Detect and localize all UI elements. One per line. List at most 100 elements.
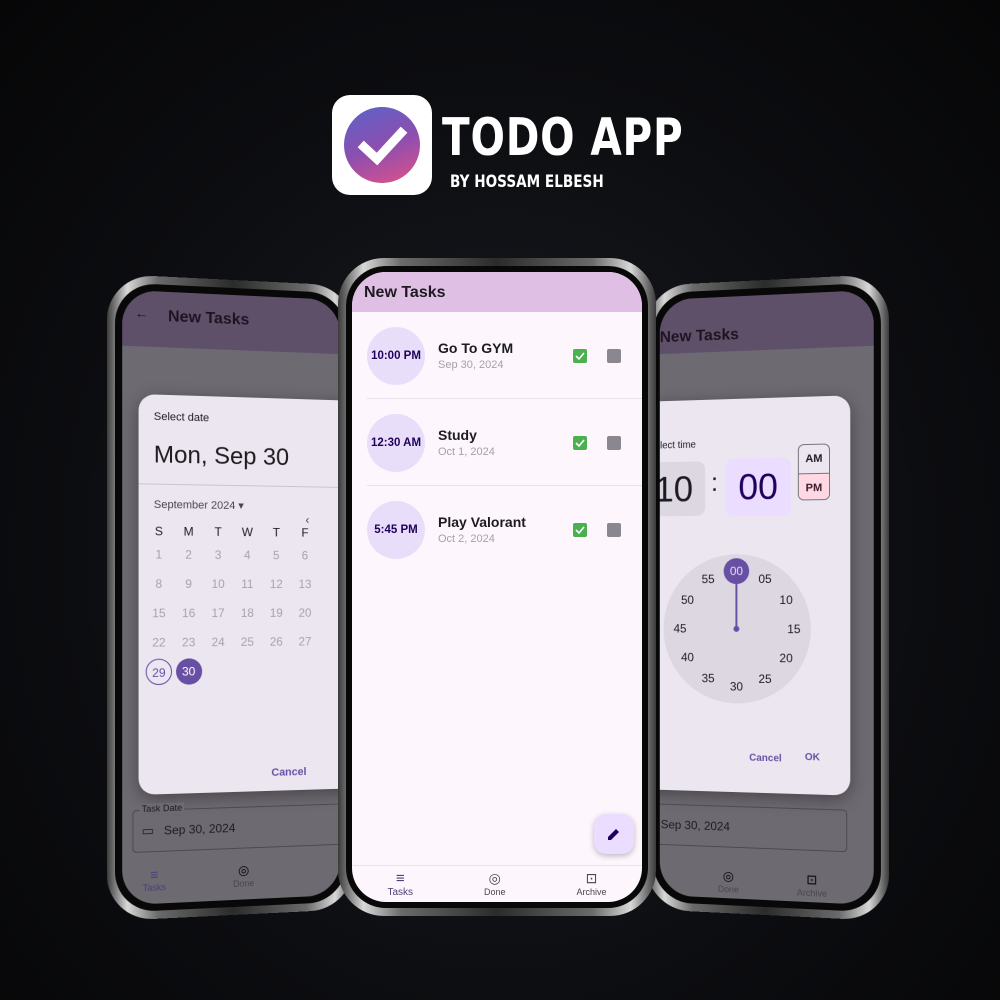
center-phone: New Tasks 10:00 PM Go To GYM Sep 30, 2024… <box>338 258 656 916</box>
day-cell[interactable]: 25 <box>234 629 260 655</box>
cancel-button[interactable]: Cancel <box>749 753 781 765</box>
day-cell[interactable]: 1 <box>146 541 172 567</box>
day-cell[interactable]: 20 <box>292 600 317 626</box>
dial-number[interactable]: 45 <box>668 622 691 636</box>
archive-icon[interactable] <box>607 349 621 363</box>
dial-number[interactable]: 50 <box>676 593 699 607</box>
nav-done[interactable]: ◎ Done <box>718 868 739 895</box>
task-date-field[interactable]: Task Date ▭ Sep 30, 2024 <box>132 802 341 853</box>
brand-subtitle: BY HOSSAM ELBESH <box>450 172 604 192</box>
task-row[interactable]: 10:00 PM Go To GYM Sep 30, 2024 <box>352 312 642 399</box>
week-row: 8 9 10 11 12 13 <box>146 571 318 597</box>
day-cell[interactable]: 19 <box>264 600 289 626</box>
date-picker-label: Select date <box>153 410 210 425</box>
dial-number[interactable]: 55 <box>696 572 719 586</box>
nav-label: Archive <box>576 887 607 897</box>
task-date-field[interactable]: Sep 30, 2024 <box>659 803 848 853</box>
task-time: 10:00 PM <box>367 327 425 385</box>
field-label: Task Date <box>139 802 185 815</box>
menu-icon: ≡ <box>150 866 159 883</box>
nav-archive[interactable]: ⊡ Archive <box>577 870 607 898</box>
pm-button[interactable]: PM <box>798 472 830 501</box>
task-row[interactable]: 12:30 AM Study Oct 1, 2024 <box>352 399 642 486</box>
nav-archive[interactable]: ⊡ Archive <box>797 871 827 899</box>
nav-done[interactable]: ◎ Done <box>484 870 506 898</box>
minute-input[interactable]: 00 <box>725 457 791 517</box>
app-bar: ← New Tasks <box>122 289 341 355</box>
day-cell[interactable]: 11 <box>234 571 260 597</box>
archive-icon[interactable] <box>607 436 621 450</box>
dial-number[interactable]: 35 <box>696 671 719 685</box>
week-row: 15 16 17 18 19 20 <box>146 600 318 626</box>
day-cell[interactable]: 9 <box>176 571 202 597</box>
back-arrow-icon[interactable]: ← <box>134 305 148 322</box>
day-cell[interactable]: 4 <box>234 542 260 568</box>
dial-number[interactable]: 40 <box>676 650 699 664</box>
day-cell[interactable]: 13 <box>292 571 317 597</box>
dial-number[interactable]: 25 <box>753 672 777 686</box>
day-cell[interactable]: 22 <box>146 629 172 655</box>
date-picker-screen: ← New Tasks Select date Mon, Sep 30 Sept… <box>122 289 341 906</box>
day-cell[interactable]: 17 <box>205 600 231 626</box>
weekday-label: T <box>214 524 222 539</box>
add-task-fab[interactable] <box>594 814 634 854</box>
day-cell[interactable]: 15 <box>146 600 172 626</box>
task-row[interactable]: 5:45 PM Play Valorant Oct 2, 2024 <box>352 486 642 573</box>
app-bar-title: New Tasks <box>167 308 250 329</box>
mark-done-checkbox-icon[interactable] <box>573 523 587 537</box>
day-cell[interactable]: 29 <box>145 658 173 686</box>
day-cell[interactable]: 12 <box>264 571 289 597</box>
day-cell[interactable]: 26 <box>264 629 289 655</box>
task-date: Oct 1, 2024 <box>438 446 495 458</box>
nav-done[interactable]: ◎ Done <box>233 862 254 889</box>
app-bar-title: New Tasks <box>364 284 446 301</box>
dropdown-icon: ▾ <box>238 500 244 513</box>
mark-done-checkbox-icon[interactable] <box>573 436 587 450</box>
calendar-icon: ▭ <box>141 822 155 839</box>
nav-tasks[interactable]: ≡ Tasks <box>387 870 413 898</box>
brand-title: TODO APP <box>442 108 684 168</box>
weekday-label: F <box>301 525 309 540</box>
archive-icon: ⊡ <box>585 870 598 886</box>
field-value: Sep 30, 2024 <box>660 817 730 834</box>
cancel-button[interactable]: Cancel <box>271 766 306 779</box>
mark-done-checkbox-icon[interactable] <box>573 349 587 363</box>
day-cell[interactable]: 18 <box>234 600 260 626</box>
clock-hand <box>735 580 738 629</box>
time-picker-dialog: Select time 10 : 00 AM PM 00 05 10 15 20 25 30… <box>659 395 851 796</box>
task-title: Go To GYM <box>438 340 514 356</box>
day-cell[interactable]: 16 <box>176 600 202 626</box>
day-cell[interactable]: 8 <box>146 571 172 597</box>
day-cell[interactable]: 10 <box>205 571 231 597</box>
dial-number[interactable]: 10 <box>774 593 798 607</box>
nav-label: Tasks <box>142 881 166 894</box>
dial-number[interactable]: 20 <box>774 651 798 665</box>
check-circle-icon: ◎ <box>722 868 734 884</box>
day-cell[interactable]: 30 <box>175 658 202 685</box>
dial-number[interactable]: 05 <box>753 572 777 586</box>
dial-number[interactable]: 15 <box>782 622 806 636</box>
week-row: 29 30 <box>145 657 318 686</box>
day-cell[interactable]: 2 <box>176 542 202 568</box>
archive-icon[interactable] <box>607 523 621 537</box>
day-cell[interactable]: 27 <box>292 629 317 655</box>
am-button[interactable]: AM <box>799 444 829 473</box>
day-cell[interactable]: 3 <box>205 542 231 568</box>
edit-pencil-icon <box>608 829 619 840</box>
ok-button[interactable]: OK <box>805 752 820 763</box>
previous-month-icon[interactable]: ‹ <box>305 513 309 527</box>
day-cell[interactable]: 23 <box>176 629 202 655</box>
task-title: Study <box>438 427 477 443</box>
dial-number[interactable]: 30 <box>725 679 749 694</box>
nav-tasks[interactable]: ≡ Tasks <box>143 866 166 893</box>
day-cell[interactable]: 5 <box>264 542 289 568</box>
nav-label: Done <box>717 883 739 895</box>
day-cell[interactable]: 6 <box>292 543 317 569</box>
day-cell[interactable]: 24 <box>205 629 231 655</box>
clock-dial[interactable]: 00 05 10 15 20 25 30 35 40 45 50 55 <box>663 553 811 705</box>
hour-input[interactable]: 10 <box>659 461 706 517</box>
time-separator: : <box>710 466 719 497</box>
app-bar: New Tasks <box>659 289 874 355</box>
month-selector[interactable]: September 2024 ▾ <box>154 498 244 512</box>
field-value: Sep 30, 2024 <box>163 820 236 838</box>
